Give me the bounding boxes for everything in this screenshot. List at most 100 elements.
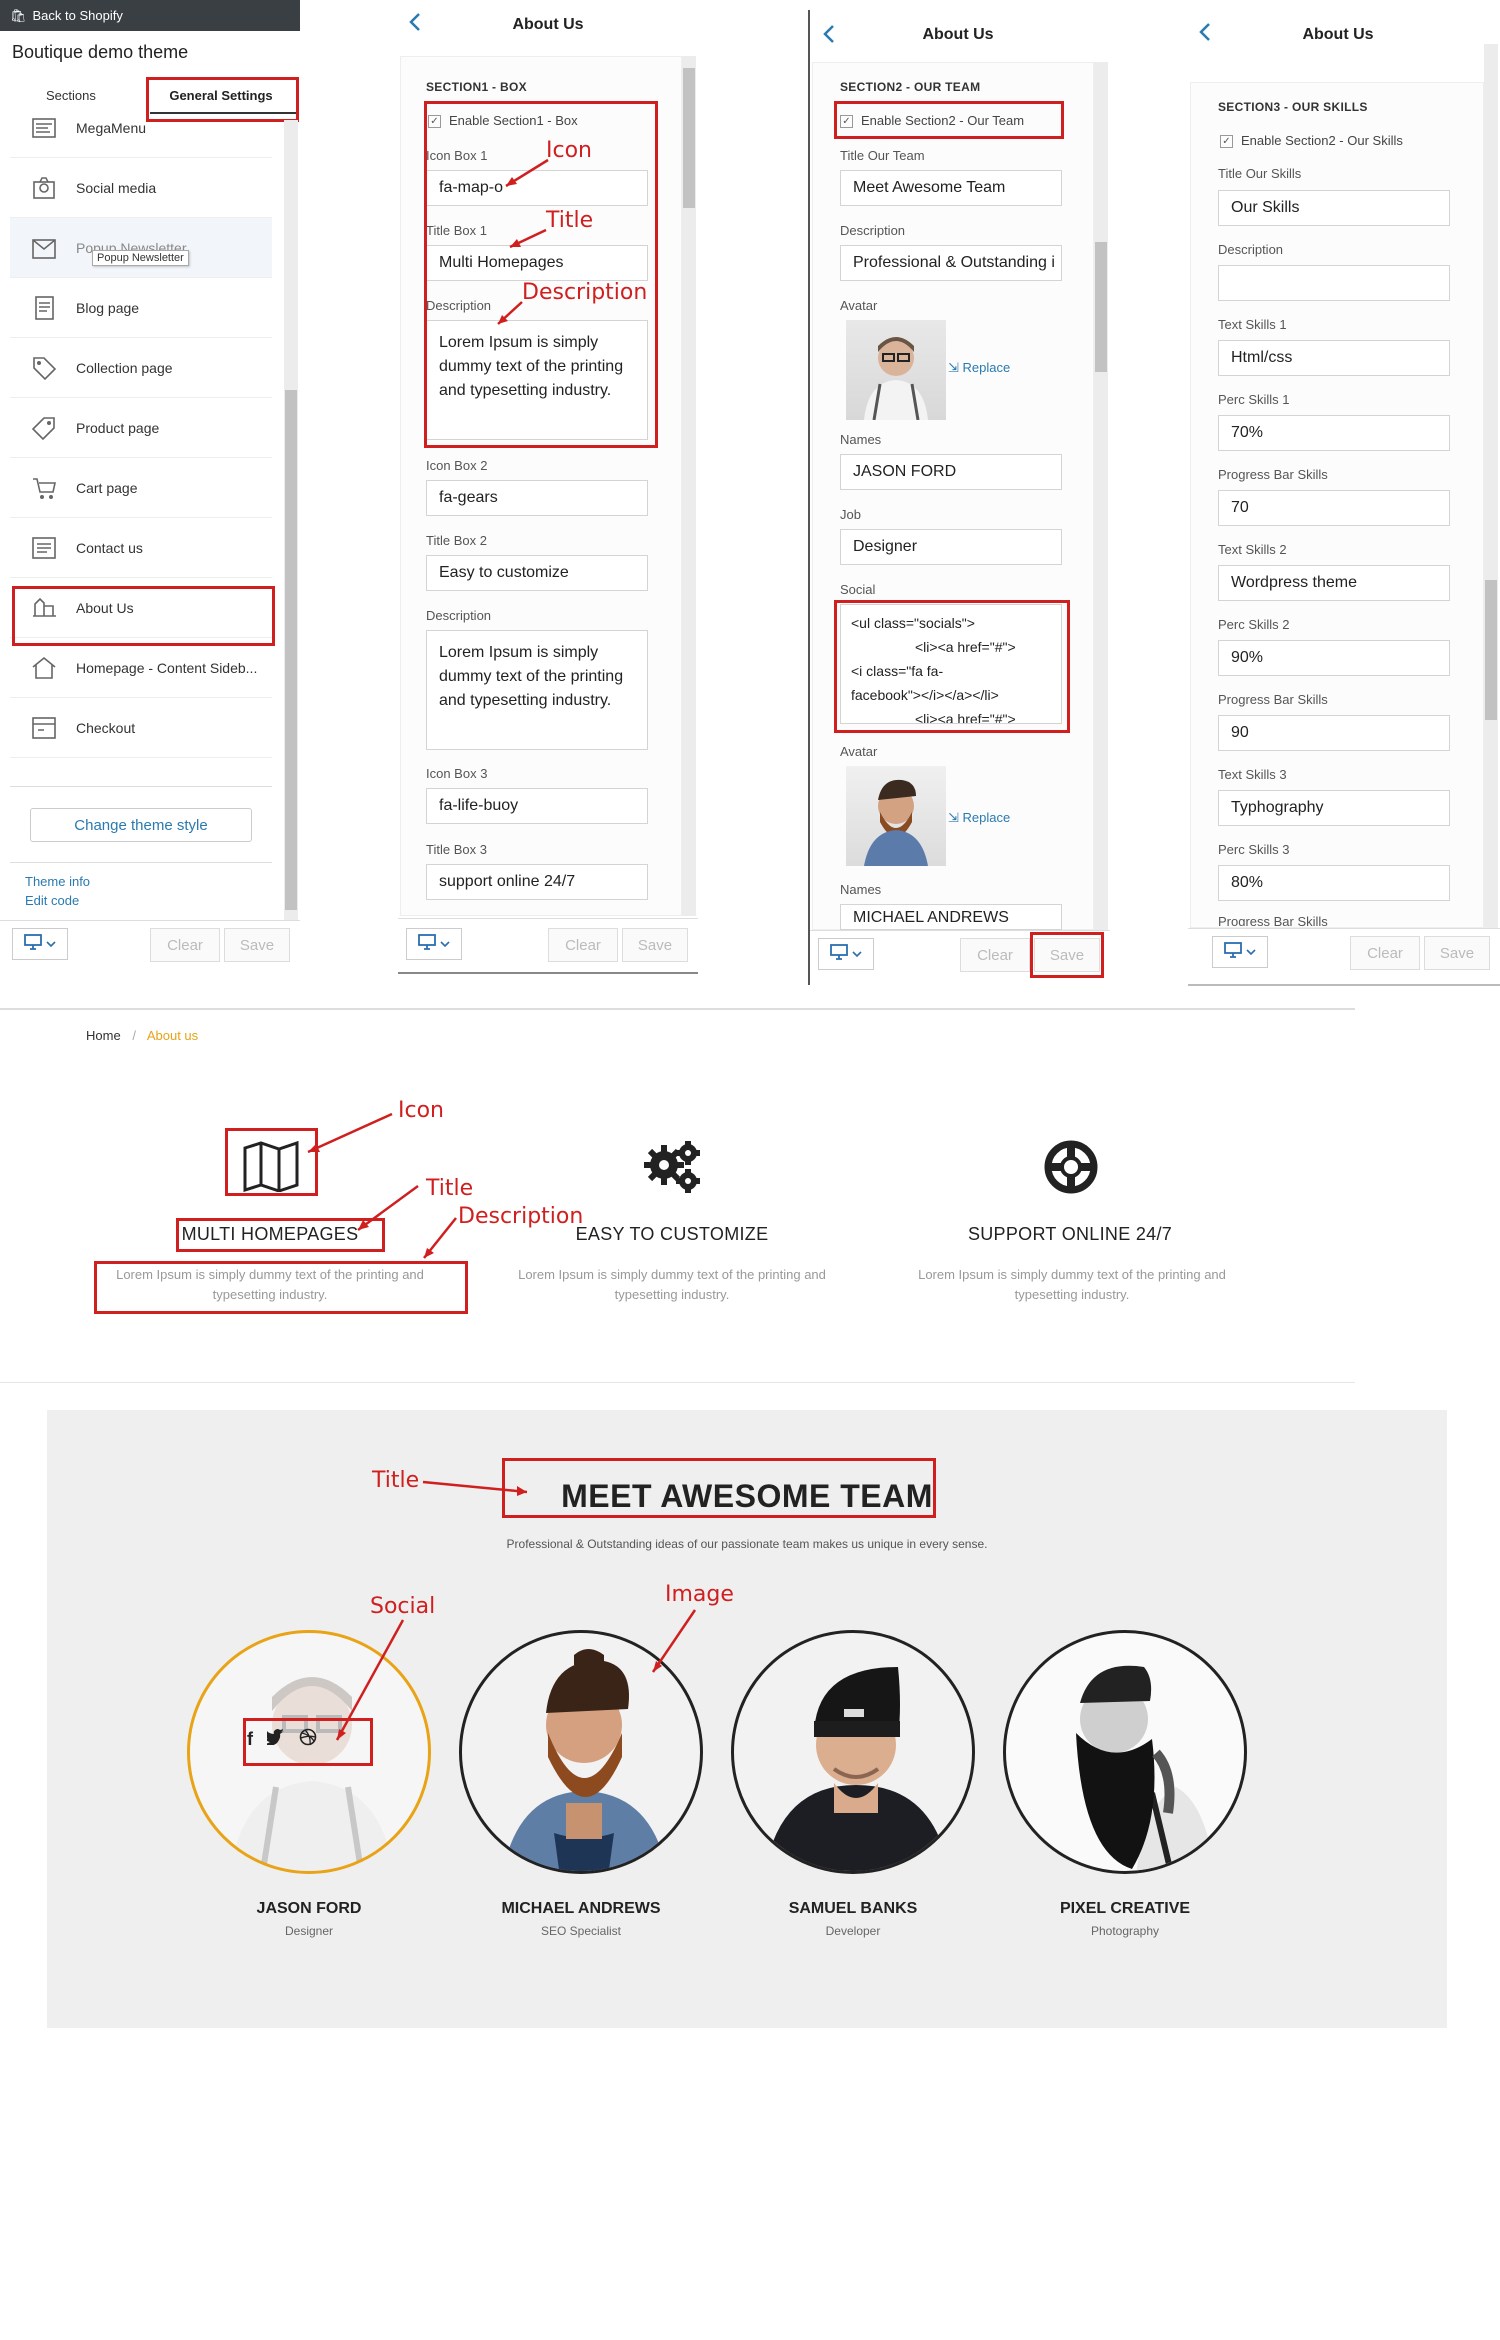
feature-desc-3: Lorem Ipsum is simply dummy text of the … [918,1267,1226,1302]
theme-info-link[interactable]: Theme info [25,874,90,889]
sidebar-item-label: Checkout [76,719,136,736]
panel-title: About Us [922,26,994,43]
device-select[interactable] [818,938,874,970]
clear-button[interactable]: Clear [548,928,618,962]
change-theme-style-button[interactable]: Change theme style [30,808,252,842]
save-button[interactable]: Save [1424,936,1490,970]
highlight-enable-section2 [834,101,1064,139]
names-label: Names [840,432,882,447]
icon-box-2-input[interactable]: fa-gears [426,480,648,516]
sidebar-item-label: Cart page [76,479,138,496]
title-our-team-input[interactable]: Meet Awesome Team [840,170,1062,206]
clear-button[interactable]: Clear [960,938,1030,972]
back-to-shopify-link[interactable]: Back to Shopify [33,8,123,23]
chevron-down-icon [46,935,56,953]
text-skills-3-input[interactable]: Typhography [1218,790,1450,826]
megamenu-icon [28,114,60,144]
panel-left-border [808,10,810,985]
title-our-skills-input[interactable]: Our Skills [1218,190,1450,226]
avatar-2-image[interactable] [846,766,946,866]
panel-bottom-line [398,972,698,974]
footer-divider [1188,928,1500,929]
section-header: SECTION3 - OUR SKILLS [1218,100,1368,114]
chevron-down-icon [1246,943,1256,961]
sidebar-item-checkout[interactable]: Checkout [10,698,272,758]
sidebar-item-collection-page[interactable]: Collection page [10,338,272,398]
job-input[interactable]: Designer [840,529,1062,565]
panel3-scrollbar[interactable] [1484,44,1498,928]
panel2-scrollbar[interactable] [1094,62,1108,930]
team-member-name: JASON FORD [256,1900,362,1917]
enable-section3-checkbox[interactable]: ✓ Enable Section2 - Our Skills [1220,133,1403,149]
names-input[interactable]: JASON FORD [840,454,1062,490]
icon-box-3-label: Icon Box 3 [426,766,488,781]
edit-code-link[interactable]: Edit code [25,893,79,908]
sidebar-item-label: Social media [76,179,157,196]
text-skills-2-input[interactable]: Wordpress theme [1218,565,1450,601]
title-box-3-input[interactable]: support online 24/7 [426,864,648,900]
avatar-label: Avatar [840,298,878,313]
progress-bar-skills-2-label: Progress Bar Skills [1218,692,1328,707]
cart-icon [28,472,60,504]
sidebar-item-megamenu[interactable]: MegaMenu [10,114,272,158]
avatar-image[interactable] [846,320,946,420]
sidebar-item-product-page[interactable]: Product page [10,398,272,458]
contact-icon [28,532,60,564]
progress-bar-skills-3-label: Progress Bar Skills [1218,914,1328,926]
sidebar-item-label: Collection page [76,359,173,376]
icon-box-2-label: Icon Box 2 [426,458,488,473]
divider [10,786,272,787]
breadcrumb-current: About us [146,1028,199,1043]
title-box-2-input[interactable]: Easy to customize [426,555,648,591]
device-select[interactable] [12,928,68,960]
team-member-name: PIXEL CREATIVE [1059,1900,1191,1917]
clear-button[interactable]: Clear [1350,936,1420,970]
progress-bar-skills-1-input[interactable]: 70 [1218,490,1450,526]
job-label: Job [840,507,861,522]
highlight-social [834,600,1070,733]
replace-label: Replace [962,360,1011,375]
sidebar-item-blog-page[interactable]: Blog page [10,278,272,338]
device-select[interactable] [1212,936,1268,968]
popup-newsletter-tooltip: Popup Newsletter [92,250,189,266]
sidebar-item-label: Product page [76,419,160,436]
back-bar[interactable]: 🛍 Back to Shopify [0,0,300,31]
replace-link[interactable]: ⇲ Replace [948,360,1010,376]
panel1-scrollbar[interactable] [682,56,696,916]
footer-divider [398,918,698,919]
sidebar-item-homepage-content-sidebar[interactable]: Homepage - Content Sideb... [10,638,272,698]
sidebar-scrollbar[interactable] [284,120,298,920]
description-input[interactable]: Professional & Outstanding i [840,245,1062,281]
clear-button[interactable]: Clear [150,928,220,962]
names-2-input[interactable]: MICHAEL ANDREWS [840,904,1062,930]
avatar-2-label: Avatar [840,744,878,759]
team-avatar-4[interactable] [1003,1630,1247,1874]
sidebar-item-contact-us[interactable]: Contact us [10,518,272,578]
sidebar-item-cart-page[interactable]: Cart page [10,458,272,518]
sidebar-item-social-media[interactable]: Social media [10,158,272,218]
progress-bar-skills-3-label-clip: Progress Bar Skills [1218,914,1458,926]
description-input[interactable] [1218,265,1450,301]
replace-link-2[interactable]: ⇲ Replace [948,810,1010,826]
names-2-label: Names [840,882,882,897]
text-skills-1-input[interactable]: Html/css [1218,340,1450,376]
title-our-team-label: Title Our Team [840,148,925,163]
annotation-arrows [497,158,549,325]
sidebar-item-popup-newsletter[interactable]: Popup Newsletter [10,218,272,278]
perc-skills-3-input[interactable]: 80% [1218,865,1450,901]
social-label: Social [840,582,876,597]
description-label: Description [1218,242,1284,257]
sidebar-item-label: Contact us [76,539,143,556]
save-button[interactable]: Save [622,928,688,962]
perc-skills-1-input[interactable]: 70% [1218,415,1450,451]
icon-box-3-input[interactable]: fa-life-buoy [426,788,648,824]
device-select[interactable] [406,928,462,960]
life-buoy-icon [1044,1140,1098,1199]
perc-skills-2-input[interactable]: 90% [1218,640,1450,676]
save-button[interactable]: Save [224,928,290,962]
description-2-textarea[interactable]: Lorem Ipsum is simply dummy text of the … [426,630,648,750]
breadcrumb-home[interactable]: Home [86,1028,121,1043]
progress-bar-skills-2-input[interactable]: 90 [1218,715,1450,751]
tab-sections[interactable]: Sections [46,88,96,103]
text-skills-3-label: Text Skills 3 [1218,767,1287,782]
